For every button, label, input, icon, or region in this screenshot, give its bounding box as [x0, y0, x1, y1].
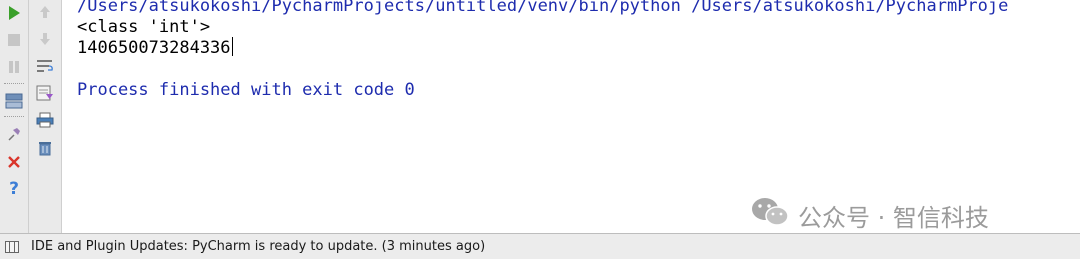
- toolbar-separator: [4, 116, 24, 117]
- status-message[interactable]: IDE and Plugin Updates: PyCharm is ready…: [31, 239, 485, 254]
- process-finished-message: Process finished with exit code 0: [77, 80, 415, 100]
- watermark: 公众号 · 智信科技: [750, 196, 989, 234]
- run-toolbar: ?: [0, 0, 29, 233]
- text-caret: [231, 37, 234, 56]
- help-icon[interactable]: ?: [2, 178, 26, 200]
- up-arrow-icon[interactable]: [33, 1, 57, 23]
- print-icon[interactable]: [33, 109, 57, 131]
- stop-icon[interactable]: [2, 29, 26, 51]
- output-line-with-caret: 140650073284336: [77, 37, 234, 59]
- soft-wrap-icon[interactable]: [33, 55, 57, 77]
- run-icon[interactable]: [2, 2, 26, 24]
- close-icon[interactable]: [2, 151, 26, 173]
- output-line: 140650073284336: [77, 38, 231, 58]
- wechat-icon: [750, 196, 790, 234]
- pause-icon[interactable]: [2, 56, 26, 78]
- status-bar: IDE and Plugin Updates: PyCharm is ready…: [0, 233, 1080, 259]
- tool-window-toggle-icon[interactable]: [5, 240, 21, 254]
- command-line: /Users/atsukokoshi/PycharmProjects/untit…: [77, 0, 1009, 16]
- output-line: <class 'int'>: [77, 17, 211, 37]
- pin-icon[interactable]: [2, 123, 26, 145]
- layout-icon[interactable]: [2, 90, 26, 112]
- console-toolbar: [29, 0, 62, 233]
- watermark-text: 公众号 · 智信科技: [798, 203, 989, 232]
- down-arrow-icon[interactable]: [33, 28, 57, 50]
- scroll-to-end-icon[interactable]: [33, 82, 57, 104]
- toolbar-separator: [4, 83, 24, 84]
- trash-icon[interactable]: [33, 137, 57, 159]
